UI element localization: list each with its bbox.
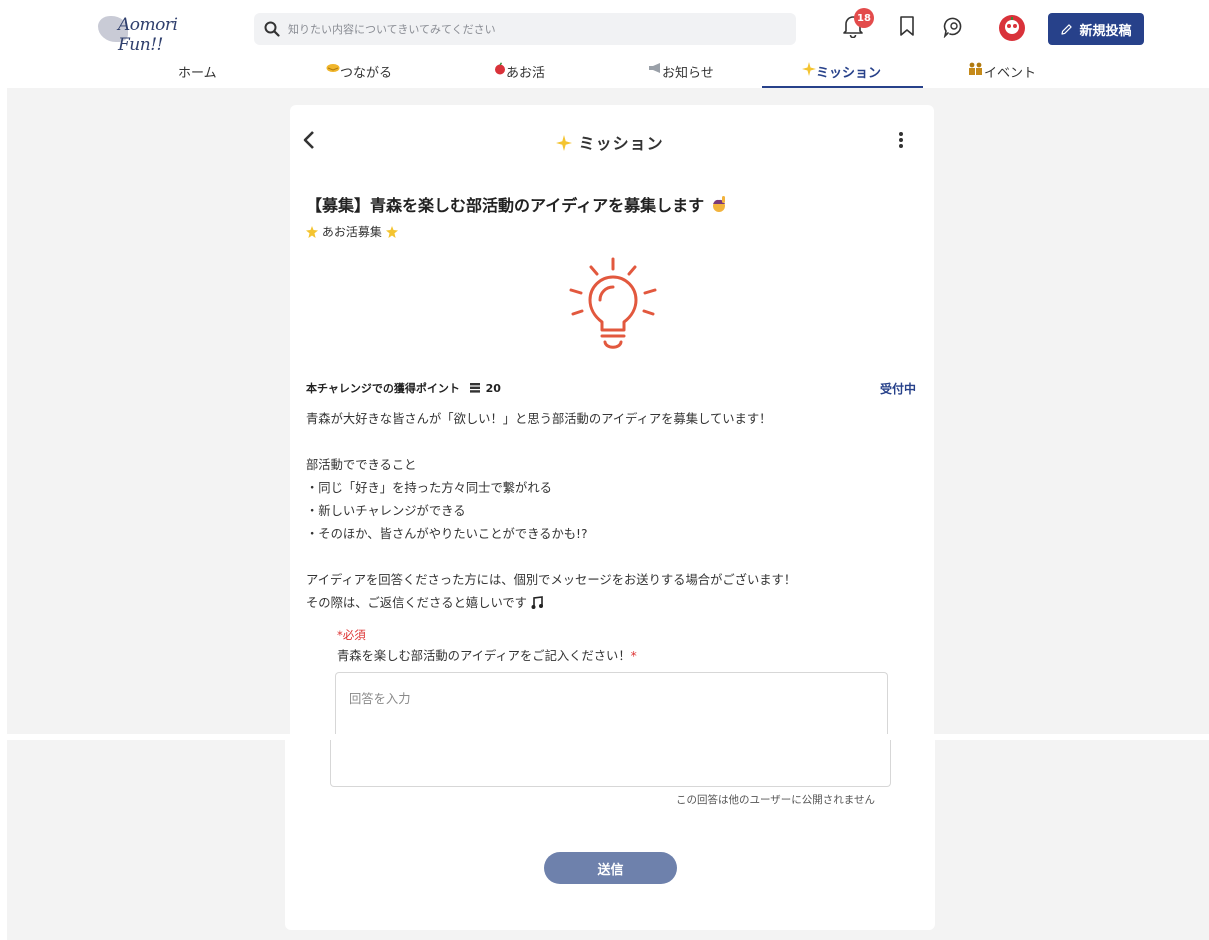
user-avatar[interactable] bbox=[998, 14, 1026, 42]
required-label: *必須 bbox=[337, 628, 366, 642]
card-title-text: ミッション bbox=[578, 134, 664, 153]
megaphone-icon bbox=[649, 63, 660, 73]
coins-icon bbox=[469, 383, 480, 393]
top-header: Aomori Fun!! 18 bbox=[0, 0, 1209, 60]
bookmark-button[interactable] bbox=[896, 14, 922, 40]
nav-item-label: あお活 bbox=[506, 66, 546, 81]
description-line: 青森が大好きな皆さんが「欲しい！」と思う部活動のアイディアを募集しています！ bbox=[306, 412, 772, 426]
notification-button[interactable]: 18 bbox=[842, 8, 874, 40]
category-tag[interactable]: あお活募集 bbox=[306, 223, 398, 240]
answer-textarea-lower[interactable] bbox=[330, 740, 891, 787]
new-post-label: 新規投稿 bbox=[1079, 23, 1132, 39]
search-input[interactable] bbox=[288, 22, 768, 36]
category-tag-text: あお活募集 bbox=[321, 225, 382, 239]
description-line bbox=[306, 431, 796, 454]
status-badge: 受付中 bbox=[880, 382, 917, 396]
description-line bbox=[306, 546, 796, 569]
search-icon bbox=[264, 21, 280, 37]
pencil-icon bbox=[1061, 23, 1073, 35]
privacy-note: この回答は他のユーザーに公開されません bbox=[676, 794, 875, 806]
music-note-icon bbox=[531, 596, 543, 609]
description-line-last: その際は、ご返信くださると嬉しいです bbox=[306, 592, 796, 615]
back-button[interactable] bbox=[302, 128, 316, 156]
logo-text: Aomori Fun!! bbox=[118, 15, 178, 55]
points-info: 本チャレンジでの獲得ポイント 20 bbox=[306, 380, 501, 396]
nav-item-home[interactable]: ホーム bbox=[178, 60, 217, 88]
nav-item-event[interactable]: イベント bbox=[968, 60, 1036, 88]
people-icon bbox=[969, 62, 982, 75]
submit-button[interactable]: 送信 bbox=[544, 852, 677, 884]
raising-hand-icon bbox=[712, 196, 725, 212]
submit-label: 送信 bbox=[597, 862, 624, 878]
nav-item-label: お知らせ bbox=[662, 66, 714, 81]
description-line: ・そのほか、皆さんがやりたいことができるかも!? bbox=[306, 527, 588, 541]
question-label: 青森を楽しむ部活動のアイディアをご記入ください！* bbox=[337, 646, 637, 664]
chevron-left-icon bbox=[303, 131, 314, 149]
search-bar[interactable] bbox=[254, 13, 796, 45]
new-post-button[interactable]: 新規投稿 bbox=[1048, 13, 1144, 45]
more-options-button[interactable] bbox=[894, 130, 908, 152]
description-line: アイディアを回答くださった方には、個別でメッセージをお送りする場合がございます！ bbox=[306, 573, 797, 587]
star-icon bbox=[306, 226, 318, 238]
description-line: その際は、ご返信くださると嬉しいです bbox=[306, 596, 527, 610]
chat-button[interactable] bbox=[942, 14, 968, 40]
notification-badge: 18 bbox=[854, 8, 874, 28]
chat-icon bbox=[943, 17, 962, 39]
nav-item-news[interactable]: お知らせ bbox=[648, 60, 714, 88]
nav-item-aokatsu[interactable]: あお活 bbox=[494, 60, 545, 88]
question-text: 青森を楽しむ部活動のアイディアをご記入ください！ bbox=[337, 649, 631, 663]
lightbulb-icon bbox=[569, 257, 657, 349]
star-icon bbox=[385, 226, 398, 238]
mission-description: 青森が大好きな皆さんが「欲しい！」と思う部活動のアイディアを募集しています！ 部… bbox=[306, 408, 796, 615]
description-line: ・同じ「好き」を持った方々同士で繋がれる bbox=[306, 481, 552, 495]
sparkle-icon bbox=[556, 135, 572, 151]
apple-icon bbox=[495, 62, 505, 75]
bookmark-icon bbox=[900, 16, 914, 36]
answer-textarea[interactable] bbox=[335, 672, 888, 734]
main-nav: ホーム つながる あお活 お知らせ ミッション イベント bbox=[0, 60, 1209, 88]
post-title-text: 【募集】青森を楽しむ部活動のアイディアを募集します bbox=[306, 196, 705, 215]
kebab-icon bbox=[894, 132, 908, 148]
site-logo[interactable]: Aomori Fun!! bbox=[98, 12, 208, 55]
nav-item-label: イベント bbox=[984, 66, 1037, 81]
nav-item-connect[interactable]: つながる bbox=[326, 60, 392, 88]
nav-item-mission[interactable]: ミッション bbox=[802, 60, 881, 88]
points-value: 20 bbox=[485, 382, 501, 395]
nav-item-label: つながる bbox=[340, 66, 393, 81]
points-label: 本チャレンジでの獲得ポイント bbox=[306, 382, 460, 395]
card-title: ミッション bbox=[556, 130, 664, 154]
nav-item-label: ミッション bbox=[816, 66, 882, 81]
post-title: 【募集】青森を楽しむ部活動のアイディアを募集します bbox=[306, 192, 728, 216]
handshake-icon bbox=[326, 64, 340, 72]
nav-item-label: ホーム bbox=[178, 66, 217, 81]
required-asterisk: * bbox=[630, 649, 637, 663]
description-line: ・新しいチャレンジができる bbox=[306, 504, 466, 518]
description-line: 部活動でできること bbox=[306, 458, 417, 472]
sparkle-icon bbox=[802, 62, 816, 76]
